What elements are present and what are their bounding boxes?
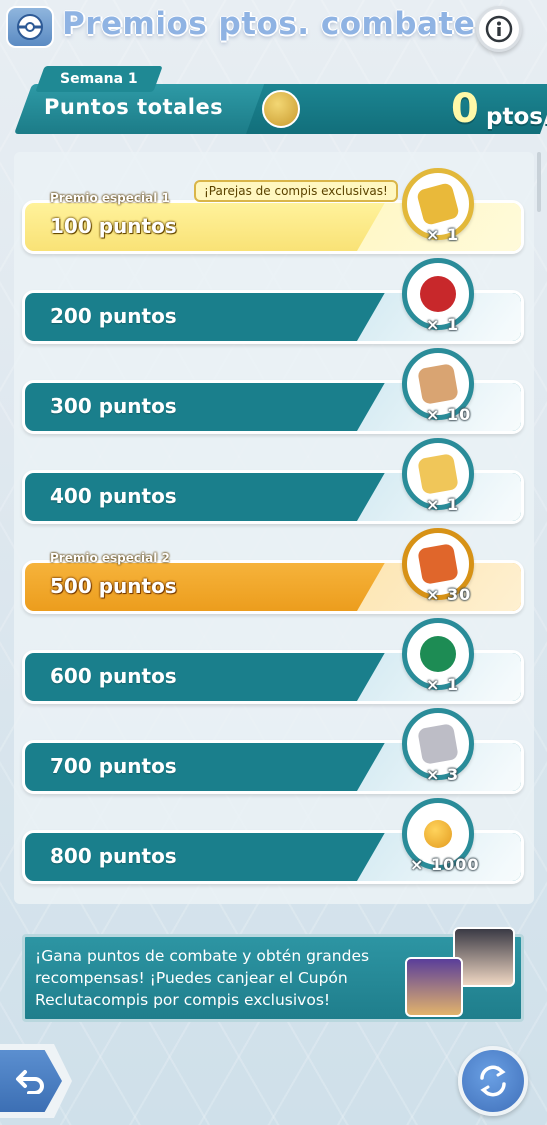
reward-row-500[interactable]: Premio especial 2 500 puntos × 30 [22,528,524,614]
week-tab: Semana 1 [35,66,163,92]
reward-row-400[interactable]: 400 puntos × 1 [22,438,524,524]
info-panel: ¡Gana puntos de combate y obtén grandes … [22,927,524,1022]
header: Premios ptos. combate [0,0,547,56]
swap-icon [480,1065,506,1097]
reward-row-700[interactable]: 700 puntos × 3 [22,708,524,794]
week-label: Semana 1 [60,71,138,87]
reward-row-800[interactable]: 800 puntos × 1000 [22,798,524,884]
reward-quantity: × 1 [426,225,460,244]
reward-quantity: × 1 [426,675,460,694]
reward-quantity: × 30 [426,585,472,604]
back-arrow-icon [16,1070,44,1094]
points-unit: ptos. [486,104,547,130]
page-title: Premios ptos. combate [62,6,476,42]
ticket-icon [415,181,461,227]
red-orb-icon [420,276,456,312]
reward-row-300[interactable]: 300 puntos × 10 [22,348,524,434]
reward-row-100[interactable]: Premio especial 1 ¡Parejas de compis exc… [22,168,524,254]
reward-points-label: 800 puntos [50,844,177,868]
points-total-label: Puntos totales [44,95,224,119]
list-scrollbar[interactable] [537,152,541,212]
reward-points-label: 300 puntos [50,394,177,418]
reward-points-label: 400 puntos [50,484,177,508]
reward-quantity: × 1000 [410,855,480,874]
reward-row-600[interactable]: 600 puntos × 1 [22,618,524,704]
ticket-icon [417,363,459,405]
character-portrait-icon [405,957,463,1017]
reward-points-label: 700 puntos [50,754,177,778]
swap-button[interactable] [458,1046,528,1116]
special-prize-note: ¡Parejas de compis exclusivas! [194,180,398,202]
reward-points-label: 600 puntos [50,664,177,688]
pokeball-badge-icon [6,6,54,48]
special-prize-label: Premio especial 2 [50,551,170,565]
reward-row-200[interactable]: 200 puntos × 1 [22,258,524,344]
info-text: ¡Gana puntos de combate y obtén grandes … [35,947,370,1009]
coupon-icon [417,543,459,585]
gold-coin-icon [424,820,452,848]
reward-points-label: 500 puntos [50,574,177,598]
info-button[interactable] [476,6,522,52]
ticket-icon [417,453,459,495]
reward-list[interactable]: Premio especial 1 ¡Parejas de compis exc… [14,152,534,904]
special-prize-label: Premio especial 1 [50,191,170,205]
reward-quantity: × 10 [426,405,472,424]
reward-quantity: × 3 [426,765,460,784]
reward-quantity: × 1 [426,315,460,334]
info-icon [485,15,513,43]
reward-points-label: 200 puntos [50,304,177,328]
reward-quantity: × 1 [426,495,460,514]
points-total-value: 0 [451,86,479,132]
green-orb-icon [420,636,456,672]
ticket-icon [417,723,459,765]
coin-icon [262,90,300,128]
reward-points-label: 100 puntos [50,214,177,238]
